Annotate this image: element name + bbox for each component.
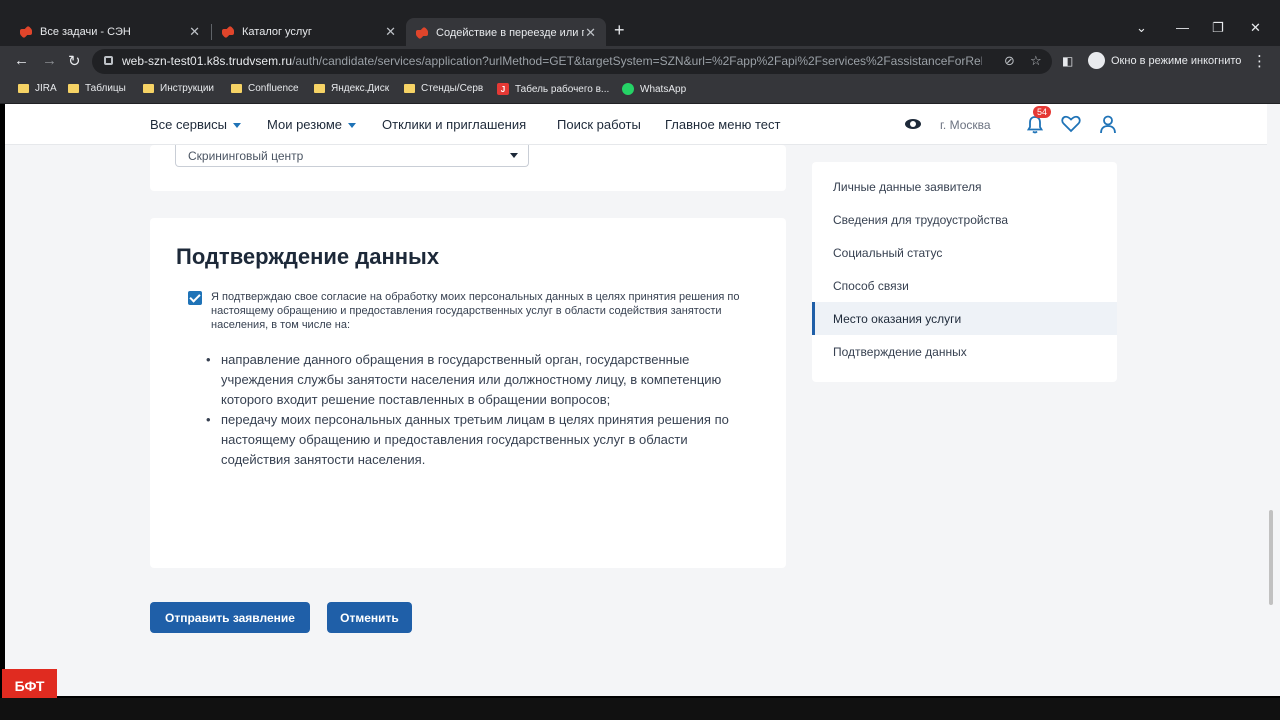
nav-social-status[interactable]: Социальный статус [812,236,1117,269]
j-logo-icon: J [497,83,509,95]
close-icon[interactable]: ✕ [585,25,596,41]
folder-icon [404,84,415,93]
city-selector[interactable]: г. Москва [940,118,991,132]
tab-catalog[interactable]: Каталог услуг ✕ [212,18,406,46]
bookmark-jira[interactable]: JIRA [18,83,57,94]
close-icon[interactable]: ✕ [189,24,200,40]
page-scrollbar[interactable] [1267,104,1280,696]
url-text: web-szn-test01.k8s.trudvsem.ru/auth/cand… [122,54,982,68]
close-window-icon[interactable]: ✕ [1250,20,1261,36]
bookmark-confluence[interactable]: Confluence [231,83,299,94]
address-bar[interactable]: web-szn-test01.k8s.trudvsem.ru/auth/cand… [92,49,1052,74]
list-item: направление данного обращения в государс… [206,350,746,410]
user-icon[interactable] [1099,115,1117,134]
folder-icon [143,84,154,93]
browser-toolbar: ← → ↻ web-szn-test01.k8s.trudvsem.ru/aut… [0,46,1280,76]
bottom-bar [0,698,1280,720]
consent-text: Я подтверждаю свое согласие на обработку… [211,291,740,331]
site-favicon-icon [222,26,234,38]
bookmark-tables[interactable]: Таблицы [68,83,126,94]
nav-employment-info[interactable]: Сведения для трудоустройства [812,203,1117,236]
confirmation-card: Подтверждение данных Я подтверждаю свое … [150,218,786,568]
site-header: Все сервисы Мои резюме Отклики и приглаш… [5,104,1267,145]
lock-icon [104,56,113,65]
nav-data-confirmation[interactable]: Подтверждение данных [812,335,1117,368]
bookmark-whatsapp[interactable]: WhatsApp [622,83,686,95]
new-tab-icon[interactable]: + [614,20,625,41]
menu-responses[interactable]: Отклики и приглашения [382,117,526,132]
menu-my-resumes[interactable]: Мои резюме [267,117,356,132]
menu-job-search[interactable]: Поиск работы [557,117,641,132]
screening-center-select[interactable]: Скрининговый центр [175,145,529,167]
heart-icon[interactable] [1061,115,1081,133]
site-favicon-icon [20,26,32,38]
bookmarks-bar: JIRA Таблицы Инструкции Confluence Яндек… [0,76,1280,104]
reload-icon[interactable]: ↻ [68,52,81,70]
service-location-card: Скрининговый центр [150,145,786,191]
bookmark-yandex-disk[interactable]: Яндекс.Диск [314,83,389,94]
back-icon[interactable]: ← [14,52,29,69]
close-icon[interactable]: ✕ [385,24,396,40]
restore-icon[interactable]: ❐ [1212,20,1224,36]
folder-icon [314,84,325,93]
whatsapp-icon [622,83,634,95]
page-content: Все сервисы Мои резюме Отклики и приглаш… [5,104,1267,696]
eye-off-icon[interactable]: ⊘ [1004,53,1015,69]
bookmark-instructions[interactable]: Инструкции [143,83,214,94]
section-navigation: Личные данные заявителя Сведения для тру… [812,162,1117,382]
kebab-menu-icon[interactable]: ⋮ [1252,52,1267,70]
cancel-button[interactable]: Отменить [327,602,412,633]
bell-icon[interactable] [1027,116,1043,134]
bookmark-stands[interactable]: Стенды/Серв [404,83,483,94]
list-item: передачу моих персональных данных третьи… [206,410,746,470]
folder-icon [231,84,242,93]
star-icon[interactable]: ☆ [1030,53,1042,69]
tab-tasks[interactable]: Все задачи - СЭН ✕ [10,18,210,46]
nav-personal-data[interactable]: Личные данные заявителя [812,170,1117,203]
caret-down-icon [232,123,241,129]
caret-down-icon [348,123,356,129]
folder-icon [18,84,29,93]
sidepanel-icon[interactable]: ◧ [1062,54,1073,68]
incognito-indicator[interactable]: Окно в режиме инкогнито [1088,52,1241,69]
site-favicon-icon [416,27,428,39]
minimize-icon[interactable]: — [1176,20,1189,35]
consent-checkbox[interactable] [188,291,202,305]
notification-badge: 54 [1033,106,1052,118]
scrollbar-thumb[interactable] [1269,510,1273,605]
nav-service-location[interactable]: Место оказания услуги [812,302,1117,335]
nav-contact-method[interactable]: Способ связи [812,269,1117,302]
chevron-down-icon[interactable]: ⌄ [1136,20,1147,36]
consent-list: направление данного обращения в государс… [206,350,746,470]
tab-relocation[interactable]: Содействие в переезде или пер ✕ [406,18,606,48]
browser-tabbar: Все задачи - СЭН ✕ Каталог услуг ✕ Содей… [0,0,1280,48]
menu-main-test[interactable]: Главное меню тест [665,117,780,132]
eye-icon[interactable] [905,119,921,129]
menu-all-services[interactable]: Все сервисы [150,117,241,132]
bookmark-timesheet[interactable]: J Табель рабочего в... [497,83,609,95]
section-title: Подтверждение данных [176,244,440,269]
submit-application-button[interactable]: Отправить заявление [150,602,310,633]
chevron-down-icon [510,153,518,158]
folder-icon [68,84,79,93]
incognito-icon [1088,52,1105,69]
forward-icon[interactable]: → [42,52,57,69]
